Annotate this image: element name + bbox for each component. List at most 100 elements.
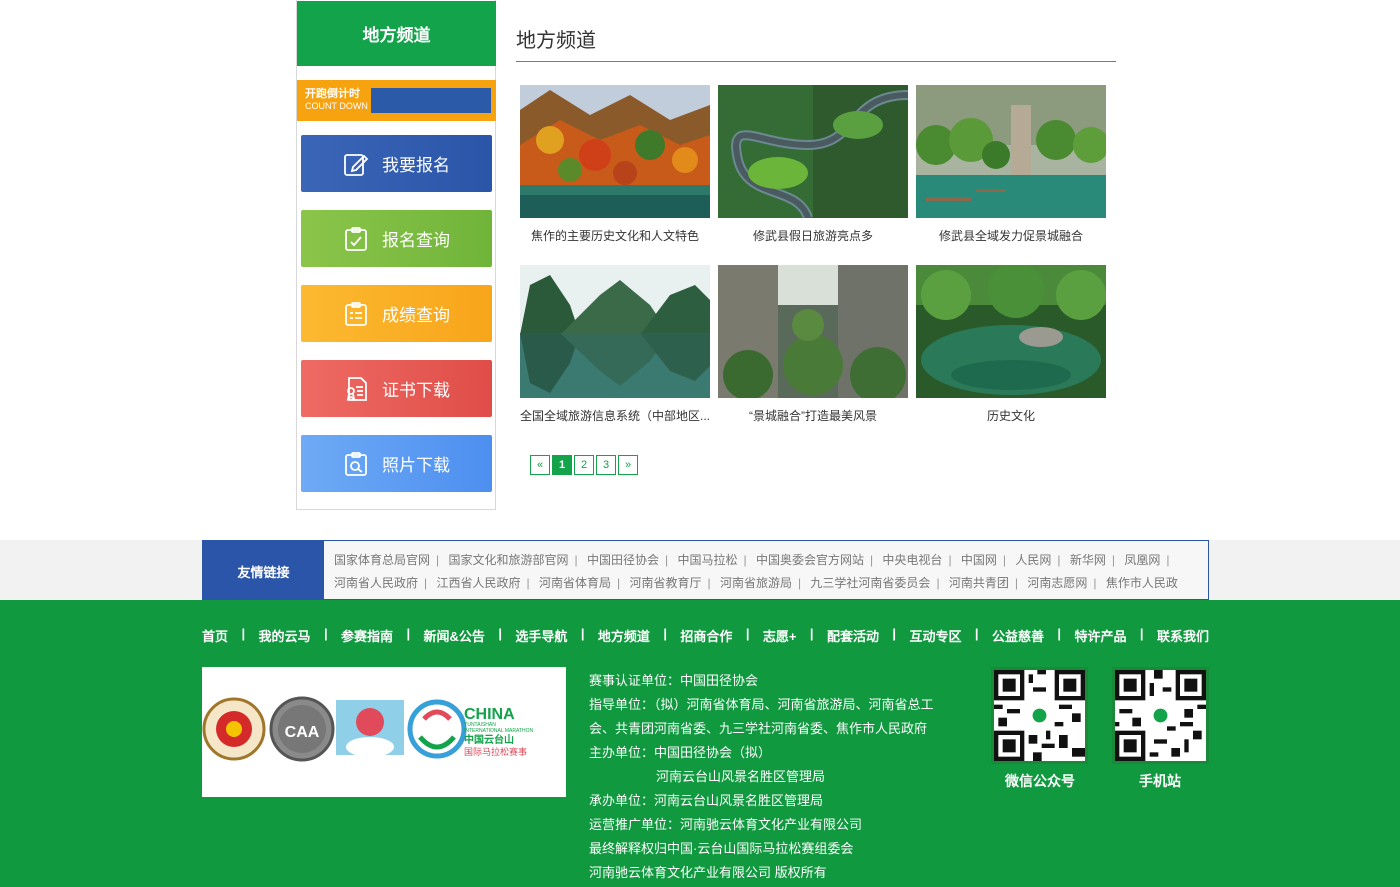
link-separator: | (526, 576, 530, 590)
news-card[interactable]: 全国全域旅游信息系统（中部地区... (520, 265, 710, 424)
footer-nav-item[interactable]: 首页 (202, 626, 228, 645)
info-line: 河南云台山风景名胜区管理局 (656, 769, 826, 784)
card-caption: 焦作的主要历史文化和人文特色 (530, 229, 699, 243)
news-card[interactable]: 修武县全域发力促景城融合 (916, 85, 1106, 244)
friend-link[interactable]: 河南省教育厅 (629, 576, 701, 590)
nav-separator: | (498, 626, 502, 641)
card-image (718, 85, 908, 218)
link-separator: | (743, 553, 747, 567)
friend-link[interactable]: 河南共青团 (949, 576, 1009, 590)
friend-link[interactable]: 九三学社河南省委员会 (810, 576, 930, 590)
link-separator: | (1111, 553, 1116, 567)
friend-link[interactable]: 中央电视台 (882, 553, 942, 567)
news-card[interactable]: 修武县假日旅游亮点多 (718, 85, 908, 244)
nav-separator: | (974, 626, 979, 641)
sidebar: 地方频道 开跑倒计时 COUNT DOWN 我要报名 报名查询 成绩查询 证书下… (296, 0, 496, 510)
card-caption: 历史文化 (986, 409, 1035, 423)
nav-separator: | (809, 626, 814, 641)
footer-nav-item[interactable]: 新闻&公告 (424, 626, 485, 645)
link-separator: | (948, 553, 952, 567)
qr-code-icon (994, 670, 1085, 761)
card-caption: “景城融合”打造最美风景 (749, 409, 877, 423)
footer-nav-item[interactable]: 地方频道 (598, 626, 650, 645)
page: 地方频道 开跑倒计时 COUNT DOWN 我要报名 报名查询 成绩查询 证书下… (0, 0, 1400, 887)
pagination: « 1 2 3 » (530, 455, 638, 475)
sponsor-logos-image: CAA CHINA YUNTAISHAN INTERNATIONAL MARAT… (202, 696, 533, 762)
footer-nav-item[interactable]: 特许产品 (1074, 626, 1126, 645)
friend-link[interactable]: 国家体育总局官网 (334, 553, 430, 567)
next-page-button[interactable]: » (618, 455, 638, 475)
registration-query-button[interactable]: 报名查询 (301, 210, 492, 267)
athletics-association-logo (202, 697, 266, 761)
news-card[interactable]: 焦作的主要历史文化和人文特色 (520, 85, 710, 244)
footer-nav-item[interactable]: 志愿+ (763, 626, 797, 645)
yuntaishan-marathon-logo: CHINA YUNTAISHAN INTERNATIONAL MARATHON … (407, 699, 533, 759)
footer-nav-item[interactable]: 选手导航 (515, 626, 567, 645)
link-separator: | (616, 576, 621, 590)
friend-link[interactable]: 新华网 (1070, 553, 1106, 567)
countdown-display (371, 88, 491, 113)
page-3-button[interactable]: 3 (596, 455, 616, 475)
link-separator: | (1166, 553, 1170, 567)
copyright: 河南驰云体育文化产业有限公司 版权所有 (589, 865, 827, 880)
friend-link[interactable]: 中国奥委会官方网站 (756, 553, 864, 567)
photo-download-button[interactable]: 照片下载 (301, 435, 492, 492)
certificate-icon (346, 376, 367, 401)
page-2-button[interactable]: 2 (574, 455, 594, 475)
page-1-button[interactable]: 1 (552, 455, 572, 475)
footer-nav-item[interactable]: 互动专区 (909, 626, 961, 645)
friend-link[interactable]: 河南省人民政府 (334, 576, 418, 590)
wechat-qr-code (991, 667, 1088, 764)
mobile-site-qr-code (1112, 667, 1209, 764)
results-query-button[interactable]: 成绩查询 (301, 285, 492, 342)
friend-link[interactable]: 中国田径协会 (587, 553, 659, 567)
card-caption: 修武县全域发力促景城融合 (938, 229, 1083, 243)
nav-separator: | (663, 626, 667, 641)
link-separator: | (574, 553, 578, 567)
nav-separator: | (580, 626, 585, 641)
friend-link[interactable]: 河南省体育局 (539, 576, 611, 590)
friend-link[interactable]: 凤凰网 (1124, 553, 1160, 567)
photo-download-label: 照片下载 (382, 456, 450, 475)
friend-link[interactable]: 江西省人民政府 (436, 576, 520, 590)
friend-link[interactable]: 中国马拉松 (677, 553, 737, 567)
footer-nav-item[interactable]: 参赛指南 (341, 626, 393, 645)
news-card[interactable]: “景城融合”打造最美风景 (718, 265, 908, 424)
caa-logo: CAA (269, 696, 335, 762)
sponsor-logos: CAA CHINA YUNTAISHAN INTERNATIONAL MARAT… (202, 667, 566, 797)
link-separator: | (664, 553, 669, 567)
link-separator: | (1093, 576, 1097, 590)
news-card[interactable]: 历史文化 (916, 265, 1106, 424)
footer-nav-item[interactable]: 我的云马 (259, 626, 311, 645)
link-separator: | (1057, 553, 1061, 567)
link-separator: | (869, 553, 874, 567)
svg-text:INTERNATIONAL MARATHON: INTERNATIONAL MARATHON (464, 728, 533, 734)
mobile-site-qr-label: 手机站 (1139, 773, 1181, 789)
footer-nav-item[interactable]: 联系我们 (1157, 626, 1209, 645)
footer-nav: 首页 | 我的云马 | 参赛指南 | 新闻&公告 | 选手导航 | 地方频道 | 招商合作 | 志愿+ | 配套… (202, 626, 1209, 645)
organizer-info: 赛事认证单位：中国田径协会 指导单位：（拟）河南省体育局、河南省旅游局、河南省总… (589, 669, 959, 885)
card-caption: 全国全域旅游信息系统（中部地区... (520, 409, 710, 423)
prev-page-button[interactable]: « (530, 455, 550, 475)
info-line: 赛事认证单位：中国田径协会 (589, 673, 759, 688)
registration-query-label: 报名查询 (382, 231, 450, 250)
footer-nav-item[interactable]: 配套活动 (827, 626, 879, 645)
card-image (520, 265, 710, 398)
friend-link[interactable]: 人民网 (1015, 553, 1051, 567)
friend-link[interactable]: 中国网 (961, 553, 997, 567)
register-button[interactable]: 我要报名 (301, 135, 492, 192)
certificate-download-button[interactable]: 证书下载 (301, 360, 492, 417)
friend-link[interactable]: 国家文化和旅游部官网 (448, 553, 568, 567)
footer-nav-item[interactable]: 招商合作 (680, 626, 732, 645)
qr-code-icon (1115, 670, 1206, 761)
link-separator: | (1002, 553, 1007, 567)
friend-link[interactable]: 河南省旅游局 (720, 576, 792, 590)
friend-link[interactable]: 河南志愿网 (1027, 576, 1087, 590)
certificate-download-label: 证书下载 (382, 381, 450, 400)
friend-link[interactable]: 焦作市人民政 (1106, 576, 1178, 590)
friend-links-list: 国家体育总局官网 | 国家文化和旅游部官网 | 中国田径协会 | 中国马拉松 | 中国奥… (334, 549, 1204, 595)
svg-text:CHINA: CHINA (464, 706, 515, 723)
footer-nav-item[interactable]: 公益慈善 (992, 626, 1044, 645)
countdown-banner: 开跑倒计时 COUNT DOWN (297, 80, 496, 121)
friend-links: 友情链接 国家体育总局官网 | 国家文化和旅游部官网 | 中国田径协会 | 中国马拉松… (202, 540, 1209, 600)
